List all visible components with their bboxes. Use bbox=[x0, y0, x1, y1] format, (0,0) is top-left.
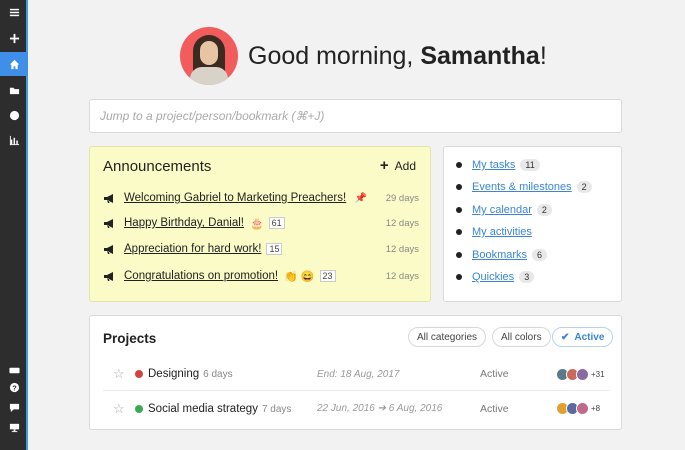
globe-icon[interactable] bbox=[0, 103, 28, 127]
more-members-count: +31 bbox=[591, 369, 605, 379]
project-color-dot bbox=[135, 370, 143, 378]
member-avatars[interactable]: +8 bbox=[556, 402, 600, 415]
project-age: 7 days bbox=[261, 403, 292, 415]
monitor-icon[interactable] bbox=[0, 415, 28, 439]
svg-text:?: ? bbox=[12, 383, 17, 392]
quick-link-bookmarks[interactable]: Bookmarks 6 bbox=[456, 247, 548, 263]
megaphone-icon bbox=[104, 244, 113, 254]
megaphone-icon bbox=[104, 218, 113, 228]
cake-icon: 🎂 bbox=[249, 217, 264, 230]
folder-icon[interactable] bbox=[0, 78, 28, 102]
projects-panel: Projects All categories All colors ✔ Act… bbox=[89, 315, 622, 430]
pin-icon: 📌 bbox=[354, 192, 367, 204]
megaphone-icon bbox=[104, 193, 113, 203]
clap-icon: 👏 😄 bbox=[284, 270, 315, 283]
bullet bbox=[456, 229, 462, 235]
status-filter[interactable]: ✔ Active bbox=[552, 327, 614, 347]
reaction-count: 23 bbox=[319, 270, 336, 282]
quick-link-quickies[interactable]: Quickies 3 bbox=[456, 269, 535, 285]
announcements-title: Announcements bbox=[103, 158, 212, 175]
plus-icon: + bbox=[379, 157, 389, 174]
color-filter[interactable]: All colors bbox=[492, 327, 551, 347]
user-name: Samantha bbox=[420, 41, 540, 70]
count-badge: 3 bbox=[519, 271, 535, 283]
project-row[interactable]: ☆ Social media strategy 7 days 22 Jun, 20… bbox=[103, 390, 610, 426]
plus-icon[interactable] bbox=[0, 26, 28, 50]
project-status: Active bbox=[480, 402, 509, 415]
bullet bbox=[456, 274, 462, 280]
quick-link-my-tasks[interactable]: My tasks 11 bbox=[456, 157, 540, 173]
bullet bbox=[456, 162, 462, 168]
check-icon: ✔ bbox=[561, 331, 570, 343]
project-name[interactable]: Social media strategy 7 days bbox=[148, 403, 291, 415]
announcement-item[interactable]: Happy Birthday, Danial! 🎂 61 12 days bbox=[103, 214, 419, 232]
add-announcement-button[interactable]: + Add bbox=[379, 157, 416, 174]
announcement-age: 12 days bbox=[385, 270, 419, 282]
project-age: 6 days bbox=[203, 369, 233, 380]
announcement-link[interactable]: Appreciation for hard work! bbox=[124, 243, 261, 255]
announcement-item[interactable]: Congratulations on promotion! 👏 😄 23 12 … bbox=[103, 267, 419, 285]
bullet bbox=[456, 252, 462, 258]
announcement-link[interactable]: Congratulations on promotion! bbox=[124, 270, 278, 282]
count-badge: 2 bbox=[536, 204, 552, 216]
quick-link-events[interactable]: Events & milestones 2 bbox=[456, 179, 592, 195]
avatar bbox=[576, 402, 589, 415]
project-date: End: 18 Aug, 2017 bbox=[317, 368, 400, 380]
project-row[interactable]: ☆ Designing 6 days End: 18 Aug, 2017 Acti… bbox=[103, 356, 610, 392]
projects-title: Projects bbox=[103, 331, 157, 346]
project-name[interactable]: Designing 6 days bbox=[148, 368, 233, 380]
announcements-panel: Announcements + Add Welcoming Gabriel to… bbox=[89, 146, 431, 302]
sidebar: ? bbox=[0, 0, 28, 450]
quick-link-calendar[interactable]: My calendar 2 bbox=[456, 202, 552, 218]
announcement-item[interactable]: Appreciation for hard work! 15 12 days bbox=[103, 240, 419, 258]
reaction-count: 61 bbox=[268, 217, 285, 229]
project-date: 22 Jun, 2016 ➔ 6 Aug, 2016 bbox=[317, 403, 443, 414]
announcement-age: 12 days bbox=[385, 243, 419, 255]
bullet bbox=[456, 184, 462, 190]
home-icon[interactable] bbox=[0, 52, 28, 76]
announcement-link[interactable]: Welcoming Gabriel to Marketing Preachers… bbox=[124, 192, 346, 204]
reaction-count: 15 bbox=[266, 243, 283, 255]
more-members-count: +8 bbox=[591, 404, 601, 413]
avatar bbox=[576, 367, 589, 381]
menu-icon[interactable] bbox=[0, 0, 28, 24]
megaphone-icon bbox=[104, 271, 113, 281]
project-color-dot bbox=[135, 404, 143, 413]
search-input[interactable] bbox=[89, 99, 622, 133]
project-status: Active bbox=[480, 368, 509, 380]
quick-links-panel: My tasks 11 Events & milestones 2 My cal… bbox=[443, 146, 622, 302]
count-badge: 2 bbox=[576, 181, 592, 193]
greeting: Good morning, Samantha! bbox=[180, 26, 547, 86]
star-icon[interactable]: ☆ bbox=[113, 401, 125, 417]
greeting-text: Good morning, Samantha! bbox=[248, 41, 547, 70]
category-filter[interactable]: All categories bbox=[408, 327, 487, 347]
member-avatars[interactable]: +31 bbox=[556, 367, 605, 381]
announcement-age: 12 days bbox=[385, 217, 419, 229]
count-badge: 11 bbox=[520, 159, 540, 171]
chart-icon[interactable] bbox=[0, 128, 28, 152]
quick-link-activities[interactable]: My activities bbox=[456, 224, 532, 240]
announcement-age: 29 days bbox=[385, 192, 419, 204]
announcement-link[interactable]: Happy Birthday, Danial! bbox=[124, 217, 244, 229]
announcement-item[interactable]: Welcoming Gabriel to Marketing Preachers… bbox=[103, 189, 419, 207]
bullet bbox=[456, 207, 462, 213]
count-badge: 6 bbox=[532, 249, 548, 261]
star-icon[interactable]: ☆ bbox=[113, 366, 125, 382]
avatar[interactable] bbox=[180, 27, 238, 85]
